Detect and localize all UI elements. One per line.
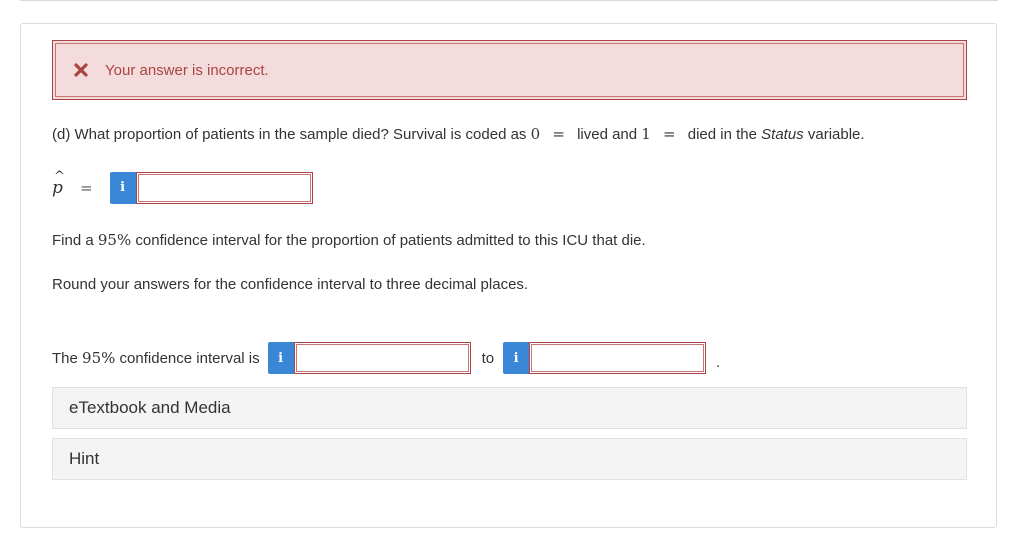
ci-upper-input[interactable] bbox=[529, 342, 707, 374]
ci-label: The 95% confidence interval is bbox=[52, 349, 260, 367]
question-d-prefix: (d) What proportion of patients in the s… bbox=[52, 126, 527, 143]
find-ci-instruction: Find a 95% confidence interval for the p… bbox=[52, 231, 646, 249]
phat-symbol: ^ p bbox=[52, 169, 66, 198]
question-d-text: (d) What proportion of patients in the s… bbox=[52, 125, 865, 143]
etextbook-media-panel[interactable]: eTextbook and Media bbox=[52, 387, 967, 429]
find-pre: Find a bbox=[52, 232, 94, 249]
info-icon: i bbox=[120, 180, 126, 195]
equals-sign: = bbox=[552, 125, 565, 143]
code-one: 1 bbox=[641, 125, 651, 143]
phat-input[interactable] bbox=[135, 171, 313, 204]
etextbook-media-label: eTextbook and Media bbox=[69, 398, 231, 417]
ci-to-label: to bbox=[481, 349, 495, 367]
phat-equals: = bbox=[80, 178, 93, 197]
question-d-suffix-post: variable. bbox=[807, 126, 865, 143]
code-zero: 0 bbox=[530, 125, 541, 143]
ci-period: . bbox=[716, 353, 721, 371]
info-icon: i bbox=[278, 350, 284, 366]
question-d-suffix-pre: died in the bbox=[687, 126, 757, 143]
find-post: confidence interval for the proportion o… bbox=[135, 232, 646, 249]
hint-panel[interactable]: Hint bbox=[52, 438, 967, 480]
round-instruction: Round your answers for the confidence in… bbox=[52, 276, 529, 293]
hint-label: Hint bbox=[69, 449, 100, 468]
top-divider bbox=[20, 0, 998, 1]
ci-label-percent: 95% bbox=[82, 349, 116, 367]
incorrect-alert: Your answer is incorrect. bbox=[52, 40, 967, 100]
equals-sign: = bbox=[663, 125, 676, 143]
alert-message: Your answer is incorrect. bbox=[105, 61, 269, 79]
phat-hat: ^ bbox=[54, 168, 65, 184]
ci-answer-row: The 95% confidence interval is i to i . bbox=[52, 342, 720, 374]
info-icon: i bbox=[513, 350, 519, 366]
ci-label-pre: The bbox=[52, 350, 78, 367]
phat-answer-row: ^ p = i bbox=[52, 169, 313, 204]
close-x-icon bbox=[72, 61, 90, 79]
ci-upper-info-button[interactable]: i bbox=[503, 342, 530, 374]
phat-info-button[interactable]: i bbox=[109, 171, 136, 204]
question-d-mid: lived and bbox=[577, 126, 638, 143]
ci-lower-input[interactable] bbox=[293, 342, 471, 374]
ci-label-post: confidence interval is bbox=[119, 350, 260, 367]
find-percent: 95% bbox=[97, 231, 132, 249]
ci-lower-info-button[interactable]: i bbox=[267, 342, 294, 374]
status-variable: Status bbox=[761, 126, 804, 143]
